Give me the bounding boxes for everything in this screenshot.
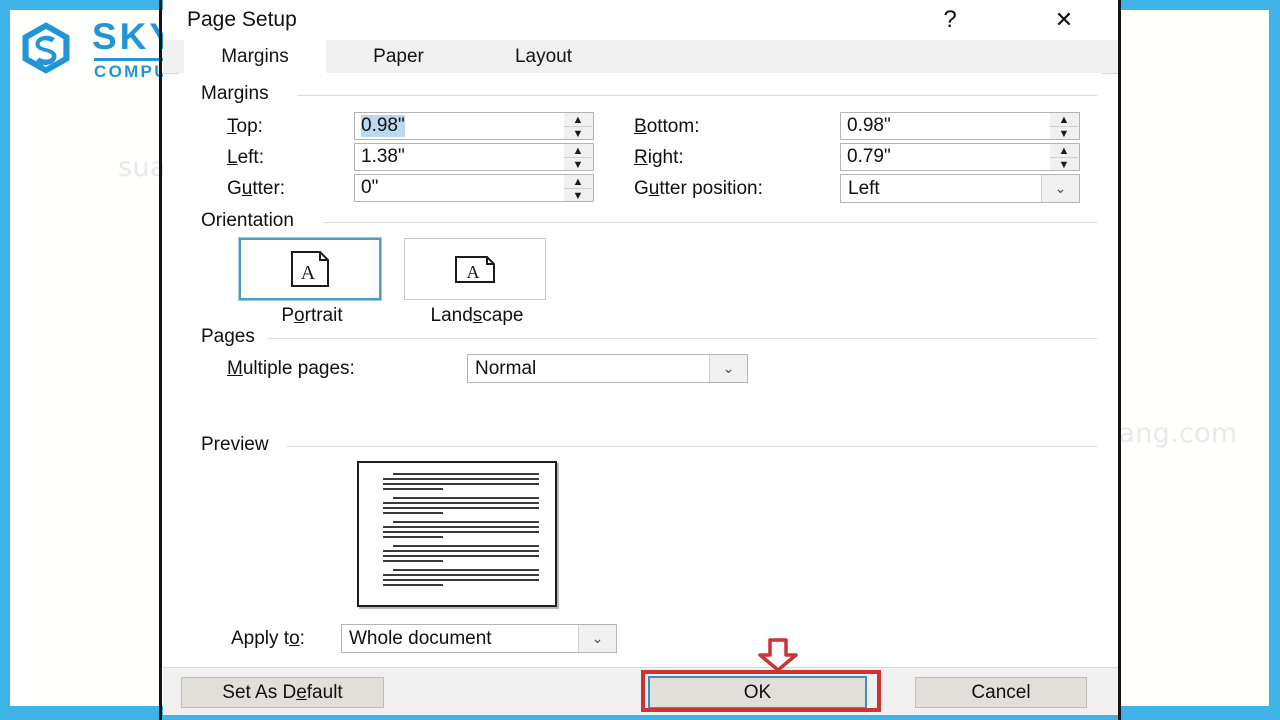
ok-button[interactable]: OK	[648, 676, 867, 709]
scan-edge-left	[159, 0, 162, 720]
spinner-down-icon[interactable]: ▼	[564, 158, 592, 171]
dialog-title: Page Setup	[187, 8, 297, 31]
right-margin-label: Right:	[634, 147, 684, 168]
close-icon[interactable]: ✕	[1032, 0, 1096, 40]
multiple-pages-label: Multiple pages:	[227, 358, 355, 379]
bottom-margin-input[interactable]: 0.98"	[840, 112, 1051, 140]
apply-to-label: Apply to:	[231, 628, 305, 649]
orientation-group-title: Orientation	[201, 210, 302, 232]
gutter-position-label: Gutter position:	[634, 178, 763, 199]
apply-to-select[interactable]: Whole document ⌄	[341, 624, 617, 653]
multiple-pages-select[interactable]: Normal ⌄	[467, 354, 748, 383]
chevron-down-icon[interactable]: ⌄	[578, 625, 616, 652]
preview-area	[179, 433, 739, 633]
spinner-up-icon[interactable]: ▲	[564, 113, 592, 127]
pages-group-title: Pages	[201, 326, 263, 348]
svg-text:A: A	[301, 262, 316, 284]
left-margin-stepper[interactable]: 1.38" ▲ ▼	[354, 143, 594, 171]
help-icon[interactable]: ?	[918, 0, 982, 40]
right-margin-spin-buttons[interactable]: ▲ ▼	[1050, 143, 1080, 171]
chevron-down-icon[interactable]: ⌄	[709, 355, 747, 382]
dialog-titlebar: Page Setup ? ✕	[163, 0, 1118, 40]
tab-paper[interactable]: Paper	[326, 40, 471, 73]
gutter-stepper[interactable]: 0" ▲ ▼	[354, 174, 594, 202]
gutter-label: Gutter:	[227, 178, 286, 199]
dialog-tabs: Margins Paper Layout	[163, 40, 1118, 74]
bottom-margin-stepper[interactable]: 0.98" ▲ ▼	[840, 112, 1080, 140]
gutter-input[interactable]: 0"	[354, 174, 565, 202]
right-margin-input[interactable]: 0.79"	[840, 143, 1051, 171]
hexagon-s-icon	[22, 22, 70, 74]
right-margin-stepper[interactable]: 0.79" ▲ ▼	[840, 143, 1080, 171]
spinner-down-icon[interactable]: ▼	[564, 189, 592, 202]
apply-to-value: Whole document	[349, 627, 492, 649]
multiple-pages-value: Normal	[475, 357, 537, 379]
spinner-down-icon[interactable]: ▼	[564, 127, 592, 140]
orientation-portrait-label: Portrait	[281, 305, 343, 326]
page-a-icon: A	[291, 251, 329, 287]
orientation-landscape-option[interactable]: A	[404, 238, 546, 300]
page-setup-dialog: Page Setup ? ✕ Margins Paper Layout Marg…	[163, 0, 1118, 715]
bottom-margin-spin-buttons[interactable]: ▲ ▼	[1050, 112, 1080, 140]
top-margin-spin-buttons[interactable]: ▲ ▼	[564, 112, 594, 140]
top-margin-input[interactable]: 0.98"	[354, 112, 565, 140]
right-margin-value: 0.79"	[847, 146, 891, 167]
frame-left-edge	[0, 0, 10, 720]
margins-panel: Margins Top: 0.98" ▲ ▼ Bottom: 0.98" ▲ ▼…	[179, 73, 1102, 667]
left-margin-label: Left:	[227, 147, 264, 168]
document-preview-icon	[357, 461, 557, 607]
spinner-up-icon[interactable]: ▲	[564, 175, 592, 189]
left-margin-spin-buttons[interactable]: ▲ ▼	[564, 143, 594, 171]
gutter-position-select[interactable]: Left ⌄	[840, 174, 1080, 203]
set-as-default-button[interactable]: Set As De fault	[181, 677, 384, 708]
gutter-value: 0"	[361, 177, 379, 198]
gutter-spin-buttons[interactable]: ▲ ▼	[564, 174, 594, 202]
top-margin-value: 0.98"	[361, 115, 405, 137]
svg-text:A: A	[467, 262, 480, 282]
chevron-down-icon[interactable]: ⌄	[1041, 175, 1079, 202]
bottom-margin-label: Bottom:	[634, 116, 700, 137]
pages-group-divider	[267, 338, 1097, 339]
cancel-button[interactable]: Cancel	[915, 677, 1087, 708]
spinner-up-icon[interactable]: ▲	[1050, 113, 1078, 127]
frame-right-edge	[1269, 0, 1280, 720]
spinner-down-icon[interactable]: ▼	[1050, 127, 1078, 140]
margins-group-divider	[297, 95, 1097, 96]
spinner-up-icon[interactable]: ▲	[564, 144, 592, 158]
orientation-landscape-label: Landscape	[430, 305, 524, 326]
left-margin-value: 1.38"	[361, 146, 405, 167]
dialog-button-bar: Set As De fault OK Cancel	[163, 667, 1118, 715]
gutter-position-value: Left	[848, 177, 880, 199]
top-margin-label: Top:	[227, 116, 263, 137]
spinner-down-icon[interactable]: ▼	[1050, 158, 1078, 171]
scan-edge-right	[1118, 0, 1121, 720]
margins-group-title: Margins	[201, 83, 277, 105]
page-a-icon: A	[455, 256, 495, 283]
bottom-margin-value: 0.98"	[847, 115, 891, 136]
orientation-portrait-option[interactable]: A	[238, 237, 382, 301]
spinner-up-icon[interactable]: ▲	[1050, 144, 1078, 158]
orientation-group-divider	[324, 222, 1097, 223]
left-margin-input[interactable]: 1.38"	[354, 143, 565, 171]
tab-layout[interactable]: Layout	[471, 40, 616, 73]
tab-margins[interactable]: Margins	[184, 40, 326, 73]
top-margin-stepper[interactable]: 0.98" ▲ ▼	[354, 112, 594, 140]
